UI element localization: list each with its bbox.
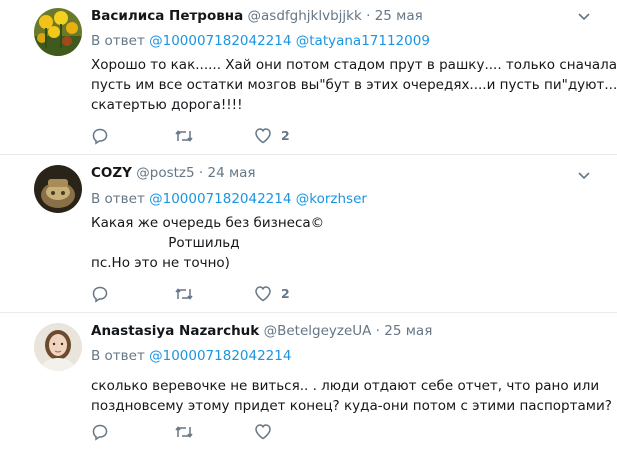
author-handle[interactable]: @BetelgeyzeUA — [264, 323, 372, 339]
mention-link[interactable]: @tatyana17112009 — [296, 33, 430, 49]
chevron-down-icon[interactable] — [578, 172, 590, 180]
tweet[interactable]: Anastasiya Nazarchuk @BetelgeyzeUA · 25 … — [0, 313, 617, 451]
tweet-text-line: поздновсему этому придет конец? куда-они… — [91, 398, 612, 414]
tweet-text: Какая же очередь без бизнеса© Ротшильд п… — [91, 213, 571, 273]
author-name[interactable]: COZY — [91, 165, 132, 181]
reply-context: В ответ @100007182042214 @tatyana1711200… — [91, 33, 430, 49]
avatar[interactable] — [34, 165, 82, 213]
mention-link[interactable]: @100007182042214 — [149, 348, 291, 364]
mention-link[interactable]: @100007182042214 — [149, 33, 291, 49]
separator: · — [198, 165, 204, 181]
heart-icon — [255, 128, 271, 144]
reply-icon — [92, 424, 108, 441]
retweet-button[interactable] — [174, 285, 194, 303]
reply-prefix: В ответ — [91, 33, 145, 49]
reply-button[interactable] — [91, 285, 109, 303]
tweet-actions: 2 — [91, 127, 391, 147]
reply-context: В ответ @100007182042214 @korzhser — [91, 191, 367, 207]
tweet-date[interactable]: 25 мая — [375, 8, 423, 24]
tweet-text-line: Хорошо то как...... Хай они потом стадом… — [91, 57, 617, 73]
tweet-text: Хорошо то как...... Хай они потом стадом… — [91, 55, 617, 115]
tweet-text-line: скатертью дорога!!!! — [91, 97, 243, 113]
tweet-text: сколько веревочке не виться.. . люди отд… — [91, 376, 612, 416]
avatar[interactable] — [34, 323, 82, 371]
retweet-icon — [175, 426, 193, 438]
like-button[interactable]: 2 — [254, 285, 290, 302]
tweet-text-line: пусть им все остатки мозгов вы"бут в эти… — [91, 77, 617, 93]
reply-button[interactable] — [91, 423, 109, 441]
retweet-button[interactable] — [174, 423, 194, 441]
bag-avatar-icon — [34, 165, 82, 213]
tulips-avatar-icon — [34, 8, 82, 56]
reply-icon — [92, 286, 108, 303]
heart-icon — [255, 424, 271, 440]
like-count: 2 — [281, 286, 290, 301]
like-button[interactable]: 2 — [254, 127, 290, 144]
tweet-text-line: сколько веревочке не виться.. . люди отд… — [91, 378, 600, 394]
separator: · — [375, 323, 380, 339]
avatar[interactable] — [34, 8, 82, 56]
tweet-text-line: пс.Но это не точно) — [91, 255, 230, 271]
mention-link[interactable]: @korzhser — [296, 191, 367, 207]
tweet-actions: 2 — [91, 285, 391, 305]
like-count: 2 — [281, 128, 290, 143]
tweet-date[interactable]: 25 мая — [384, 323, 432, 339]
chevron-down-icon[interactable] — [578, 13, 590, 21]
reply-button[interactable] — [91, 127, 109, 145]
person-avatar-icon — [34, 323, 82, 371]
author-name[interactable]: Василиса Петровна — [91, 8, 243, 24]
tweet[interactable]: COZY @postz5 · 24 мая В ответ @100007182… — [0, 155, 617, 312]
tweet-text-line: Какая же очередь без бизнеса© — [91, 215, 325, 231]
reply-prefix: В ответ — [91, 348, 145, 364]
tweet-actions — [91, 423, 391, 443]
mention-link[interactable]: @100007182042214 — [149, 191, 291, 207]
retweet-icon — [175, 288, 193, 300]
tweet-date[interactable]: 24 мая — [207, 165, 255, 181]
like-button[interactable] — [254, 423, 281, 440]
author-handle[interactable]: @postz5 — [136, 165, 194, 181]
reply-icon — [92, 128, 108, 145]
author-name[interactable]: Anastasiya Nazarchuk — [91, 323, 259, 339]
retweet-button[interactable] — [174, 127, 194, 145]
retweet-icon — [175, 130, 193, 142]
reply-prefix: В ответ — [91, 191, 145, 207]
reply-context: В ответ @100007182042214 — [91, 348, 291, 364]
tweet[interactable]: Василиса Петровна @asdfghjklvbjjkk · 25 … — [0, 0, 617, 155]
tweet-text-line: Ротшильд — [91, 235, 240, 251]
heart-icon — [255, 286, 271, 302]
separator: · — [366, 8, 371, 24]
author-handle[interactable]: @asdfghjklvbjjkk — [248, 8, 362, 24]
